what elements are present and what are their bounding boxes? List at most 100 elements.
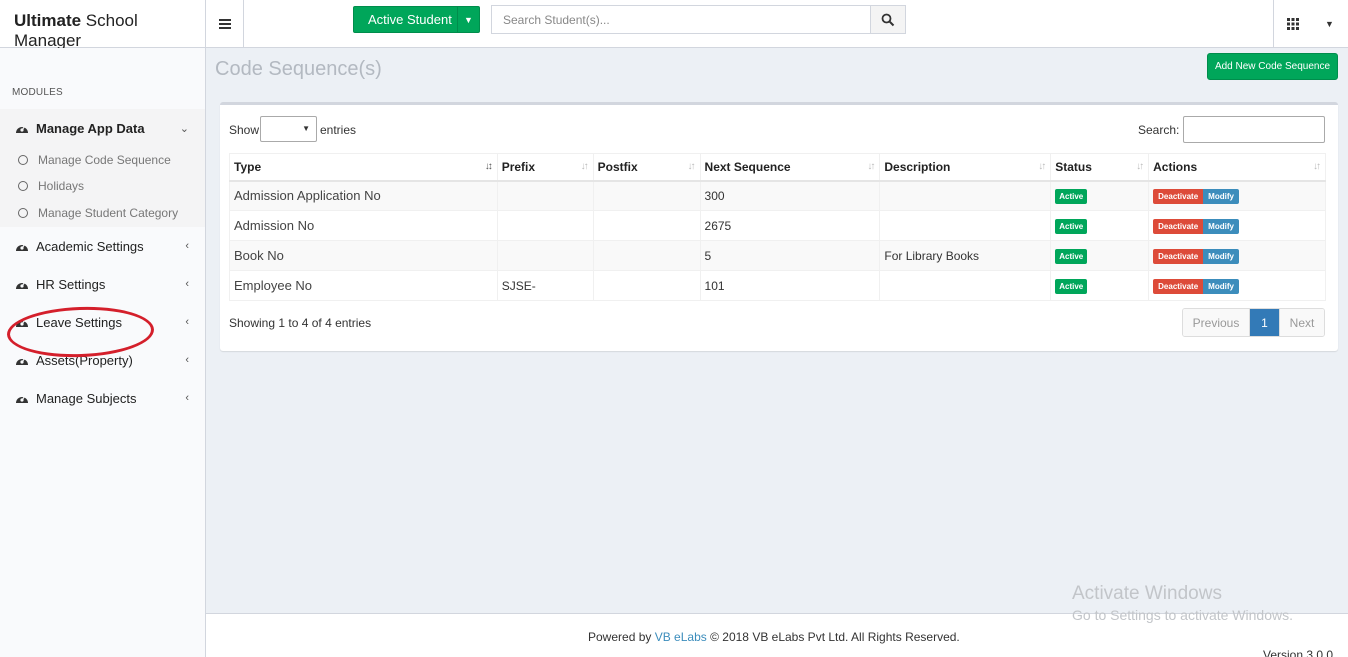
user-menu-caret-icon[interactable]: ▼ (1311, 0, 1348, 48)
circle-icon (18, 181, 28, 191)
modify-button[interactable]: Modify (1203, 278, 1239, 294)
sidebar-subitem-label: Holidays (38, 179, 85, 193)
entries-per-page-select[interactable]: ▼ (260, 116, 317, 142)
table-header-row: Type ↓↕ Prefix ↓↑ Postfix ↓↑ Next Sequence ↓… (229, 153, 1326, 182)
active-student-label: Active Student (368, 12, 452, 27)
column-header-status[interactable]: Status ↓↑ (1050, 153, 1150, 182)
watermark-line-1: Activate Windows (1072, 583, 1222, 604)
chevron-down-icon: ⌄ (179, 123, 189, 135)
sidebar-subitem-manage-student-category[interactable]: Manage Student Category (0, 199, 205, 227)
add-code-sequence-button[interactable]: Add New Code Sequence (1207, 53, 1338, 80)
dashboard-icon (16, 243, 28, 251)
sort-icon: ↓↑ (1038, 161, 1046, 172)
dashboard-icon (16, 125, 28, 133)
dashboard-icon (16, 281, 28, 289)
cell-description (879, 180, 1052, 211)
student-search-input[interactable] (491, 5, 871, 34)
powered-by-label: Powered by (588, 630, 652, 644)
sort-icon: ↓↑ (1313, 161, 1321, 172)
table-search-input[interactable] (1183, 116, 1325, 143)
status-badge: Active (1055, 278, 1088, 294)
sidebar-item-manage-app-data[interactable]: Manage App Data ⌄ (0, 109, 205, 147)
sort-asc-icon: ↓↕ (484, 161, 493, 172)
hamburger-icon (218, 19, 231, 29)
sidebar-item-hr-settings[interactable]: HR Settings ‹ (0, 265, 205, 303)
table-row: Admission Application No 300 Active Deac… (229, 180, 1326, 211)
menu-group-manage-app-data: Manage App Data ⌄ Manage Code Sequence H… (0, 109, 205, 227)
dashboard-icon (16, 319, 28, 327)
cell-type: Book No (229, 240, 498, 271)
chevron-left-icon: ‹ (185, 240, 189, 252)
sidebar-item-label: Academic Settings (36, 238, 144, 254)
sidebar-item-assets-property[interactable]: Assets(Property) ‹ (0, 341, 205, 379)
deactivate-button[interactable]: Deactivate (1153, 218, 1204, 234)
pagination-previous[interactable]: Previous (1183, 309, 1250, 336)
cell-type: Employee No (229, 270, 498, 301)
cell-postfix (592, 240, 701, 271)
logo-bold-text: Ultimate (14, 11, 82, 30)
cell-next-sequence: 101 (699, 270, 881, 301)
caret-down-icon: ▼ (302, 124, 310, 133)
cell-status: Active (1050, 240, 1150, 271)
search-button[interactable] (870, 5, 906, 34)
chevron-left-icon: ‹ (185, 316, 189, 328)
column-header-postfix[interactable]: Postfix ↓↑ (592, 153, 701, 182)
sidebar-subitem-manage-code-sequence[interactable]: Manage Code Sequence (0, 147, 205, 173)
top-header: Ultimate School Manager Active Student ▼… (0, 0, 1348, 50)
sidebar-subitem-holidays[interactable]: Holidays (0, 173, 205, 199)
cell-next-sequence: 300 (699, 180, 881, 211)
modules-heading: MODULES (12, 87, 63, 98)
deactivate-button[interactable]: Deactivate (1153, 188, 1204, 204)
sidebar-item-leave-settings[interactable]: Leave Settings ‹ (0, 303, 205, 341)
column-header-type[interactable]: Type ↓↕ (229, 153, 498, 182)
column-header-description[interactable]: Description ↓↑ (879, 153, 1052, 182)
sidebar-item-manage-subjects[interactable]: Manage Subjects ‹ (0, 379, 205, 417)
sidebar-item-label: Assets(Property) (36, 352, 133, 368)
dashboard-icon (16, 395, 28, 403)
table-search-label: Search: (1138, 123, 1180, 137)
apps-button[interactable] (1273, 0, 1311, 48)
modify-button[interactable]: Modify (1203, 188, 1239, 204)
column-header-prefix[interactable]: Prefix ↓↑ (496, 153, 594, 182)
cell-actions: Deactivate Modify (1148, 180, 1326, 211)
cell-actions: Deactivate Modify (1148, 270, 1326, 301)
caret-down-icon[interactable]: ▼ (457, 7, 479, 32)
sidebar-subitem-label: Manage Student Category (38, 206, 179, 220)
sidebar-item-label: Manage App Data (36, 120, 145, 136)
active-student-dropdown[interactable]: Active Student ▼ (353, 6, 480, 33)
modify-button[interactable]: Modify (1203, 248, 1239, 264)
sidebar-toggle-button[interactable] (206, 0, 244, 48)
sidebar-item-academic-settings[interactable]: Academic Settings ‹ (0, 227, 205, 265)
watermark-line-2: Go to Settings to activate Windows. (1072, 607, 1293, 623)
sort-icon: ↓↑ (1136, 161, 1144, 172)
sort-icon: ↓↑ (580, 161, 589, 172)
show-label: Show (229, 123, 260, 137)
cell-status: Active (1050, 270, 1150, 301)
cell-postfix (592, 180, 701, 211)
cell-next-sequence: 5 (699, 240, 881, 271)
cell-prefix: SJSE- (496, 270, 594, 301)
deactivate-button[interactable]: Deactivate (1153, 278, 1204, 294)
modify-button[interactable]: Modify (1203, 218, 1239, 234)
vb-elabs-link[interactable]: VB eLabs (655, 630, 707, 644)
sidebar-item-label: Leave Settings (36, 314, 123, 330)
sidebar: MODULES Manage App Data ⌄ Manage Code Se… (0, 48, 206, 657)
pagination-page-1[interactable]: 1 (1250, 309, 1279, 336)
table-info: Showing 1 to 4 of 4 entries (229, 316, 372, 330)
column-header-actions[interactable]: Actions ↓↑ (1148, 153, 1326, 182)
chevron-left-icon: ‹ (185, 354, 189, 366)
code-sequence-table: Type ↓↕ Prefix ↓↑ Postfix ↓↑ Next Sequence ↓… (229, 153, 1326, 301)
deactivate-button[interactable]: Deactivate (1153, 248, 1204, 264)
cell-description (879, 270, 1052, 301)
version-label: Version 3.0.0 (1263, 648, 1334, 657)
pagination-next[interactable]: Next (1279, 309, 1324, 336)
page-title: Code Sequence(s) (215, 58, 382, 80)
table-row: Admission No 2675 Active Deactivate Modif… (229, 210, 1326, 241)
cell-prefix (496, 210, 594, 241)
app-logo[interactable]: Ultimate School Manager (0, 0, 206, 50)
table-row: Book No 5 For Library Books Active Deact… (229, 240, 1326, 271)
cell-status: Active (1050, 180, 1150, 211)
circle-icon (18, 208, 28, 218)
column-header-next-sequence[interactable]: Next Sequence ↓↑ (699, 153, 881, 182)
status-badge: Active (1055, 188, 1088, 204)
